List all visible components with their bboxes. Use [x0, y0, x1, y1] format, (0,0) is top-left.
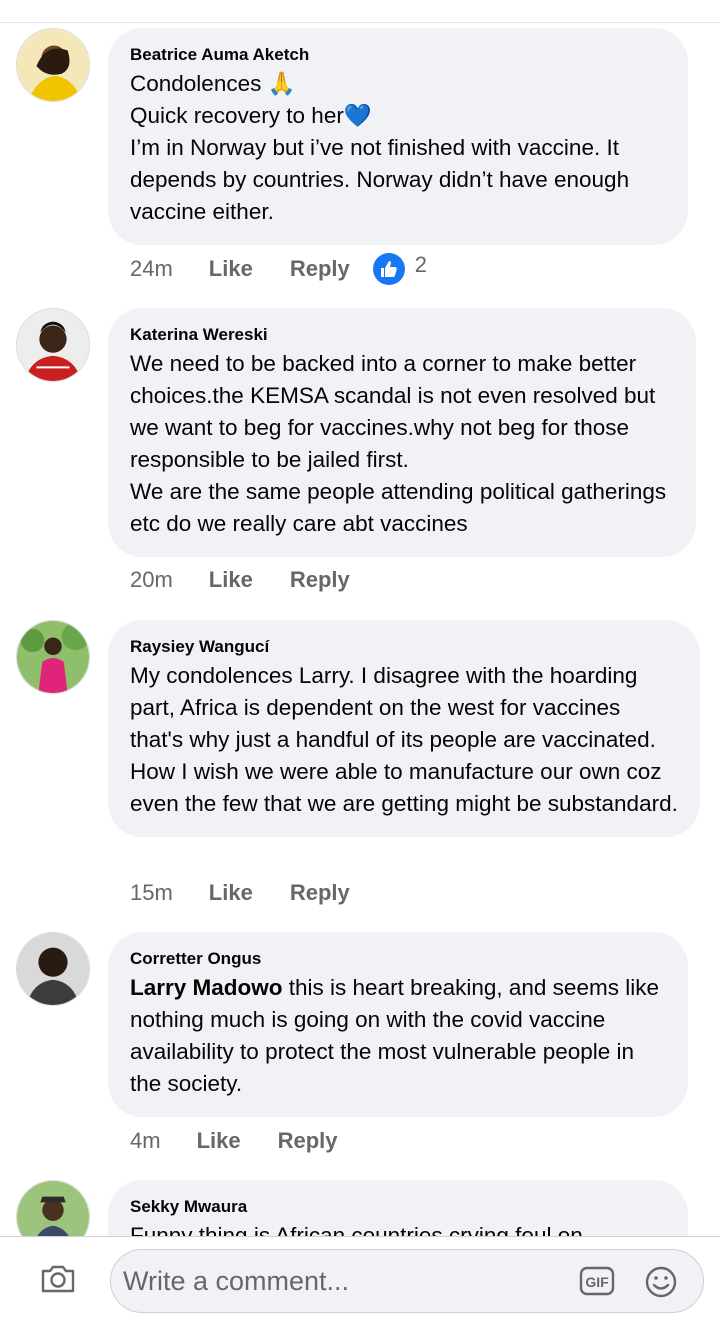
reply-button[interactable]: Reply [290, 567, 350, 593]
comment-text: My condolences Larry. I disagree with th… [130, 663, 678, 816]
avatar[interactable] [16, 308, 90, 382]
comment-time[interactable]: 4m [130, 1128, 161, 1154]
like-button[interactable]: Like [209, 256, 253, 282]
comment-input-placeholder: Write a comment... [123, 1266, 350, 1296]
comment-bubble: Katerina Wereski We need to be backed in… [108, 308, 696, 557]
comment-feed[interactable]: Beatrice Auma Aketch Condolences 🙏 Quick… [0, 0, 720, 1236]
comment-author[interactable]: Katerina Wereski [130, 324, 674, 346]
avatar[interactable] [16, 932, 90, 1006]
comment-actions: 24m Like Reply 2 [130, 252, 427, 285]
comment-time[interactable]: 20m [130, 567, 173, 593]
comment-actions: 4m Like Reply [130, 1126, 375, 1156]
comment-bubble: Corretter Ongus Larry Madowo this is hea… [108, 932, 688, 1117]
svg-text:GIF: GIF [585, 1274, 609, 1290]
comment-bubble: Sekky Mwaura Funny thing is African coun… [108, 1180, 688, 1236]
comment-bubble: Raysiey Wangucí My condolences Larry. I … [108, 620, 700, 837]
reaction-count: 2 [414, 252, 427, 277]
comment-author[interactable]: Raysiey Wangucí [130, 636, 678, 658]
reply-button[interactable]: Reply [278, 1128, 338, 1154]
reply-button[interactable]: Reply [290, 880, 350, 906]
comment-text: Larry Madowo this is heart breaking, and… [130, 972, 666, 1100]
reaction-summary[interactable]: 2 [372, 252, 427, 285]
comment-time[interactable]: 24m [130, 256, 173, 282]
gif-icon[interactable]: GIF [579, 1265, 615, 1297]
comment-composer: Write a comment... GIF [0, 1236, 720, 1321]
comment-author[interactable]: Corretter Ongus [130, 948, 666, 970]
comment-time[interactable]: 15m [130, 880, 173, 906]
comment-actions: 15m Like Reply [130, 878, 387, 908]
avatar[interactable] [16, 28, 90, 102]
comment-actions: 20m Like Reply [130, 565, 387, 595]
avatar[interactable] [16, 620, 90, 694]
comment-text: Funny thing is African countries crying … [130, 1223, 583, 1236]
mention-link[interactable]: Larry Madowo [130, 975, 283, 1000]
comment-text: We need to be backed into a corner to ma… [130, 351, 667, 536]
reply-button[interactable]: Reply [290, 256, 350, 282]
avatar[interactable] [16, 1180, 90, 1236]
like-button[interactable]: Like [209, 880, 253, 906]
comment-text: Condolences 🙏 Quick recovery to her💙 I’m… [130, 71, 630, 224]
like-button[interactable]: Like [209, 567, 253, 593]
comment-bubble: Beatrice Auma Aketch Condolences 🙏 Quick… [108, 28, 688, 245]
comment-author[interactable]: Beatrice Auma Aketch [130, 44, 666, 66]
thumbs-up-icon [372, 253, 405, 285]
comment-author[interactable]: Sekky Mwaura [130, 1196, 666, 1218]
comment-input[interactable]: Write a comment... GIF [110, 1249, 704, 1313]
like-button[interactable]: Like [197, 1128, 241, 1154]
camera-icon[interactable] [40, 1264, 76, 1294]
smile-icon[interactable] [644, 1265, 678, 1299]
